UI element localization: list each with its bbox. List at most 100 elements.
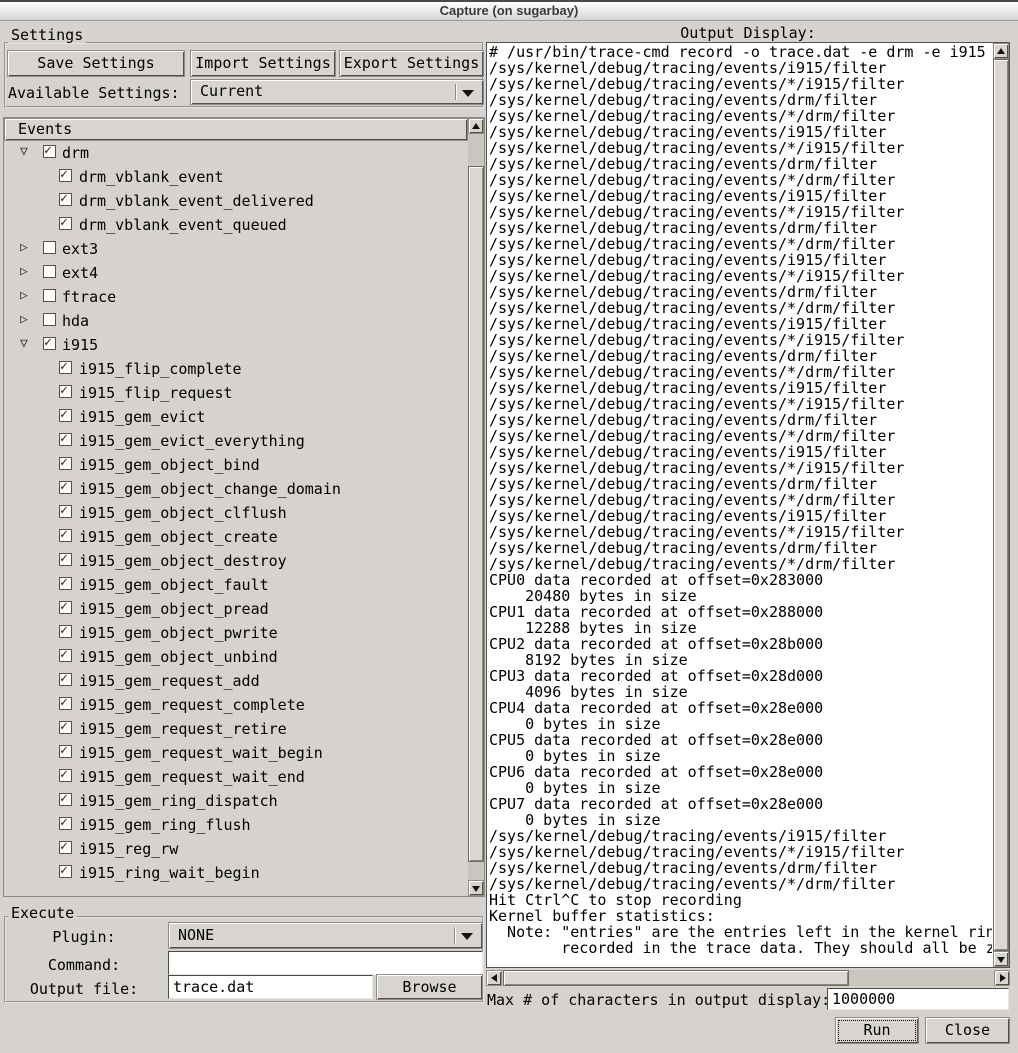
checkbox-unchecked[interactable] — [43, 265, 56, 278]
tree-row[interactable]: ✓ drm_vblank_event_queued — [4, 213, 468, 237]
import-settings-button[interactable]: Import Settings — [190, 50, 336, 77]
output-hscrollbar-thumb[interactable] — [503, 970, 849, 986]
tree-row[interactable]: ✓ i915_gem_object_change_domain — [4, 477, 468, 501]
tree-item-label[interactable]: ftrace — [62, 288, 116, 306]
tree-item-label[interactable]: i915_flip_request — [79, 384, 233, 402]
tree-item-label[interactable]: i915_gem_evict — [79, 408, 205, 426]
tree-item-label[interactable]: i915_ring_wait_begin — [79, 864, 260, 882]
events-vscrollbar[interactable] — [468, 118, 484, 896]
tree-row[interactable]: ✓i915_gem_request_retire — [4, 717, 468, 741]
tree-row[interactable]: ✓ i915_reg_rw — [4, 837, 468, 861]
tree-item-label[interactable]: i915_gem_object_create — [79, 528, 278, 546]
tree-item-label[interactable]: i915_gem_object_pwrite — [79, 624, 278, 642]
expander-open-icon[interactable]: ▽ — [20, 144, 28, 159]
tree-item-label[interactable]: i915 — [62, 336, 98, 354]
tree-row[interactable]: ✓ i915_ring_wait_begin — [4, 861, 468, 885]
checkbox-checked[interactable]: ✓ — [59, 433, 72, 446]
tree-item-label[interactable]: drm_vblank_event_queued — [79, 216, 287, 234]
checkbox-checked[interactable]: ✓ — [59, 361, 72, 374]
checkbox-checked[interactable]: ✓ — [59, 577, 72, 590]
expander-closed-icon[interactable]: ▷ — [20, 264, 28, 279]
checkbox-unchecked[interactable] — [43, 241, 56, 254]
tree-row[interactable]: ▽ ✓ i915 — [4, 333, 468, 357]
tree-row[interactable]: ✓ i915_gem_ring_flush — [4, 813, 468, 837]
tree-item-label[interactable]: i915_gem_ring_flush — [79, 816, 251, 834]
checkbox-checked[interactable]: ✓ — [43, 337, 56, 350]
checkbox-unchecked[interactable] — [43, 313, 56, 326]
save-settings-button[interactable]: Save Settings — [7, 50, 185, 77]
output-file-input[interactable] — [168, 975, 373, 999]
tree-row[interactable]: ✓ i915_gem_ring_dispatch — [4, 789, 468, 813]
checkbox-checked[interactable]: ✓ — [59, 553, 72, 566]
tree-item-label[interactable]: i915_gem_object_destroy — [79, 552, 287, 570]
tree-item-label[interactable]: i915_gem_request_retire — [79, 720, 287, 738]
tree-item-label[interactable]: hda — [62, 312, 89, 330]
tree-item-label[interactable]: i915_gem_ring_dispatch — [79, 792, 278, 810]
tree-row[interactable]: ✓ i915_gem_object_clflush — [4, 501, 468, 525]
tree-row[interactable]: ✓i915_gem_request_wait_begin — [4, 741, 468, 765]
tree-row[interactable]: ✓ i915_gem_evict — [4, 405, 468, 429]
command-input[interactable] — [168, 951, 483, 975]
checkbox-checked[interactable]: ✓ — [59, 601, 72, 614]
checkbox-checked[interactable]: ✓ — [59, 457, 72, 470]
checkbox-checked[interactable]: ✓ — [59, 745, 72, 758]
browse-button[interactable]: Browse — [376, 974, 483, 1000]
tree-item-label[interactable]: i915_flip_complete — [79, 360, 242, 378]
scroll-right-button[interactable] — [994, 970, 1010, 986]
output-vscrollbar[interactable] — [993, 43, 1009, 967]
run-button[interactable]: Run — [835, 1017, 919, 1044]
events-column-header[interactable]: Events — [4, 118, 468, 141]
checkbox-checked[interactable]: ✓ — [59, 769, 72, 782]
tree-row[interactable]: ✓i915_gem_request_add — [4, 669, 468, 693]
tree-item-label[interactable]: i915_reg_rw — [79, 840, 178, 858]
tree-row[interactable]: ✓ i915_gem_object_destroy — [4, 549, 468, 573]
tree-row[interactable]: ▷ ext3 — [4, 237, 468, 261]
tree-item-label[interactable]: i915_gem_object_fault — [79, 576, 269, 594]
tree-item-label[interactable]: i915_gem_object_pread — [79, 600, 269, 618]
checkbox-checked[interactable]: ✓ — [43, 145, 56, 158]
output-display-area[interactable]: # /usr/bin/trace-cmd record -o trace.dat… — [486, 42, 1010, 968]
tree-row[interactable]: ✓ i915_gem_object_bind — [4, 453, 468, 477]
tree-row[interactable]: ▷ hda — [4, 309, 468, 333]
checkbox-checked[interactable]: ✓ — [59, 409, 72, 422]
scroll-down-button[interactable] — [993, 951, 1009, 967]
checkbox-checked[interactable]: ✓ — [59, 505, 72, 518]
tree-row[interactable]: ✓ i915_gem_request_wait_end — [4, 765, 468, 789]
tree-item-label[interactable]: i915_gem_request_wait_end — [79, 768, 305, 786]
tree-row[interactable]: ▷ ftrace — [4, 285, 468, 309]
tree-row[interactable]: ✓ i915_gem_evict_everything — [4, 429, 468, 453]
tree-item-label[interactable]: drm_vblank_event — [79, 168, 224, 186]
export-settings-button[interactable]: Export Settings — [339, 50, 484, 77]
tree-row[interactable]: ▷ext4 — [4, 261, 468, 285]
checkbox-checked[interactable]: ✓ — [59, 865, 72, 878]
tree-item-label[interactable]: i915_gem_object_unbind — [79, 648, 278, 666]
expander-closed-icon[interactable]: ▷ — [20, 288, 28, 303]
expander-closed-icon[interactable]: ▷ — [20, 240, 28, 255]
checkbox-checked[interactable]: ✓ — [59, 793, 72, 806]
checkbox-checked[interactable]: ✓ — [59, 169, 72, 182]
tree-item-label[interactable]: i915_gem_object_clflush — [79, 504, 287, 522]
tree-item-label[interactable]: i915_gem_evict_everything — [79, 432, 305, 450]
tree-item-label[interactable]: ext3 — [62, 240, 98, 258]
max-chars-input[interactable] — [827, 988, 1009, 1010]
tree-item-label[interactable]: i915_gem_object_bind — [79, 456, 260, 474]
tree-item-label[interactable]: drm — [62, 144, 89, 162]
checkbox-checked[interactable]: ✓ — [59, 625, 72, 638]
tree-item-label[interactable]: i915_gem_request_complete — [79, 696, 305, 714]
tree-row[interactable]: ✓ i915_gem_object_pwrite — [4, 621, 468, 645]
checkbox-checked[interactable]: ✓ — [59, 481, 72, 494]
checkbox-checked[interactable]: ✓ — [59, 841, 72, 854]
tree-item-label[interactable]: i915_gem_request_add — [79, 672, 260, 690]
scroll-down-button[interactable] — [468, 880, 484, 896]
plugin-combo[interactable]: NONE — [168, 922, 483, 949]
tree-row[interactable]: ✓ drm_vblank_event — [4, 165, 468, 189]
tree-row[interactable]: ✓ i915_gem_object_fault — [4, 573, 468, 597]
tree-row[interactable]: ▽ ✓ drm — [4, 141, 468, 165]
expander-open-icon[interactable]: ▽ — [20, 336, 28, 351]
checkbox-checked[interactable]: ✓ — [59, 817, 72, 830]
scroll-up-button[interactable] — [993, 43, 1009, 59]
tree-item-label[interactable]: i915_gem_object_change_domain — [79, 480, 341, 498]
checkbox-checked[interactable]: ✓ — [59, 217, 72, 230]
window-titlebar[interactable]: Capture (on sugarbay) — [0, 0, 1018, 21]
expander-closed-icon[interactable]: ▷ — [20, 312, 28, 327]
